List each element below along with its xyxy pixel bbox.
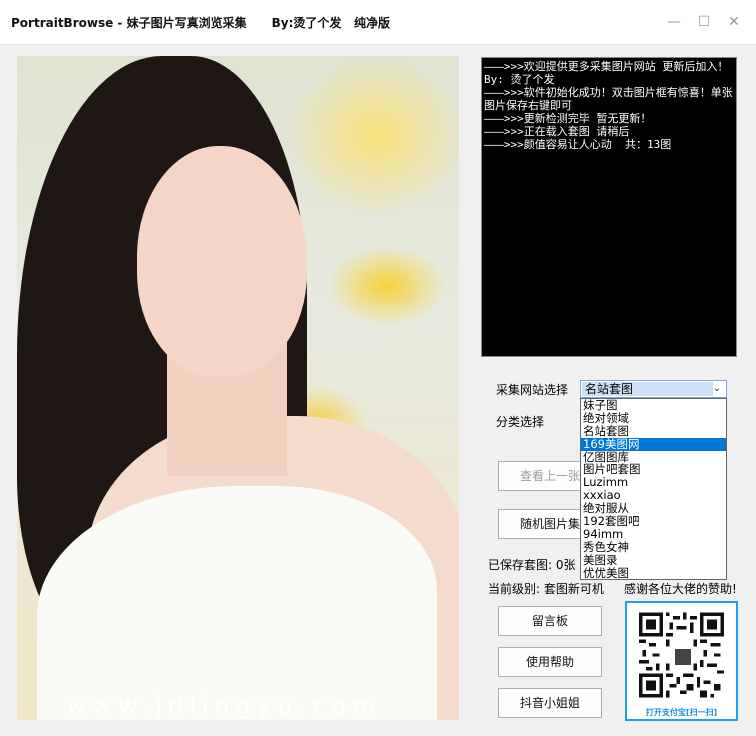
window-title: PortraitBrowse - 妹子图片写真浏览采集 By:烫了个发 纯净版 (11, 16, 390, 30)
log-console: ———>>>欢迎提供更多采集图片网站 更新后加入！ By: 烫了个发 ———>>… (481, 57, 737, 357)
photo-watermark: www.jdlingyu.com (67, 692, 382, 720)
dropdown-option[interactable]: 优优美图 (581, 567, 726, 580)
dropdown-option-highlighted[interactable]: 169美图网 (581, 437, 726, 451)
qr-avatar-icon (673, 647, 693, 667)
level-text: 当前级别: 套图新可机 (488, 582, 604, 596)
minimize-icon[interactable]: — (664, 12, 684, 32)
close-icon[interactable]: ✕ (724, 12, 744, 32)
dropdown-option[interactable]: 妹子图 (581, 399, 726, 412)
thanks-text: 感谢各位大佬的赞助! (624, 582, 737, 596)
dropdown-option[interactable]: 绝对服从 (581, 502, 726, 515)
saved-count-text: 已保存套图: 0张 (488, 558, 576, 572)
title-bar: PortraitBrowse - 妹子图片写真浏览采集 By:烫了个发 纯净版 … (0, 0, 756, 45)
category-select-label: 分类选择 (496, 415, 545, 429)
dropdown-option[interactable]: 绝对领域 (581, 412, 726, 425)
photo-viewer[interactable]: www.jdlingyu.com (17, 56, 459, 720)
douyin-button[interactable]: 抖音小姐姐 (498, 688, 602, 718)
log-line: ———>>>软件初始化成功！双击图片框有惊喜！单张图片保存右键即可 (484, 86, 733, 112)
log-line: ———>>>欢迎提供更多采集图片网站 更新后加入！ By: 烫了个发 (484, 60, 735, 86)
site-select-value: 名站套图 (582, 382, 713, 396)
dropdown-option[interactable]: Luzimm (581, 476, 726, 489)
chevron-down-icon[interactable]: ⌄ (710, 381, 724, 397)
site-select-label: 采集网站选择 (496, 383, 569, 397)
alipay-qr-code: 打开支付宝[扫一扫] (625, 601, 738, 721)
log-line: ———>>>更新检测完毕 暂无更新！ (484, 112, 652, 125)
dropdown-option[interactable]: 图片吧套图 (581, 463, 726, 476)
dropdown-option[interactable]: 192套图吧 (581, 515, 726, 528)
log-line: ———>>>正在载入套图 请稍后 (484, 125, 630, 138)
photo-face-shape (137, 146, 307, 376)
dropdown-option[interactable]: 94imm (581, 528, 726, 541)
log-line: ———>>>颜值容易让人心动 共：13图 (484, 138, 672, 151)
dropdown-option[interactable]: 美图录 (581, 554, 726, 567)
maximize-icon[interactable]: ☐ (694, 12, 714, 32)
dropdown-option[interactable]: 秀色女神 (581, 541, 726, 554)
dropdown-option[interactable]: 亿图图库 (581, 451, 726, 464)
site-select[interactable]: 名站套图 ⌄ (580, 380, 727, 398)
message-board-button[interactable]: 留言板 (498, 606, 602, 636)
site-dropdown-list[interactable]: 妹子图 绝对领域 名站套图 169美图网 亿图图库 图片吧套图 Luzimm x… (580, 398, 727, 581)
help-button[interactable]: 使用帮助 (498, 647, 602, 677)
dropdown-option[interactable]: xxxiao (581, 489, 726, 502)
qr-caption: 打开支付宝[扫一扫] (645, 708, 718, 717)
dropdown-option[interactable]: 名站套图 (581, 425, 726, 438)
